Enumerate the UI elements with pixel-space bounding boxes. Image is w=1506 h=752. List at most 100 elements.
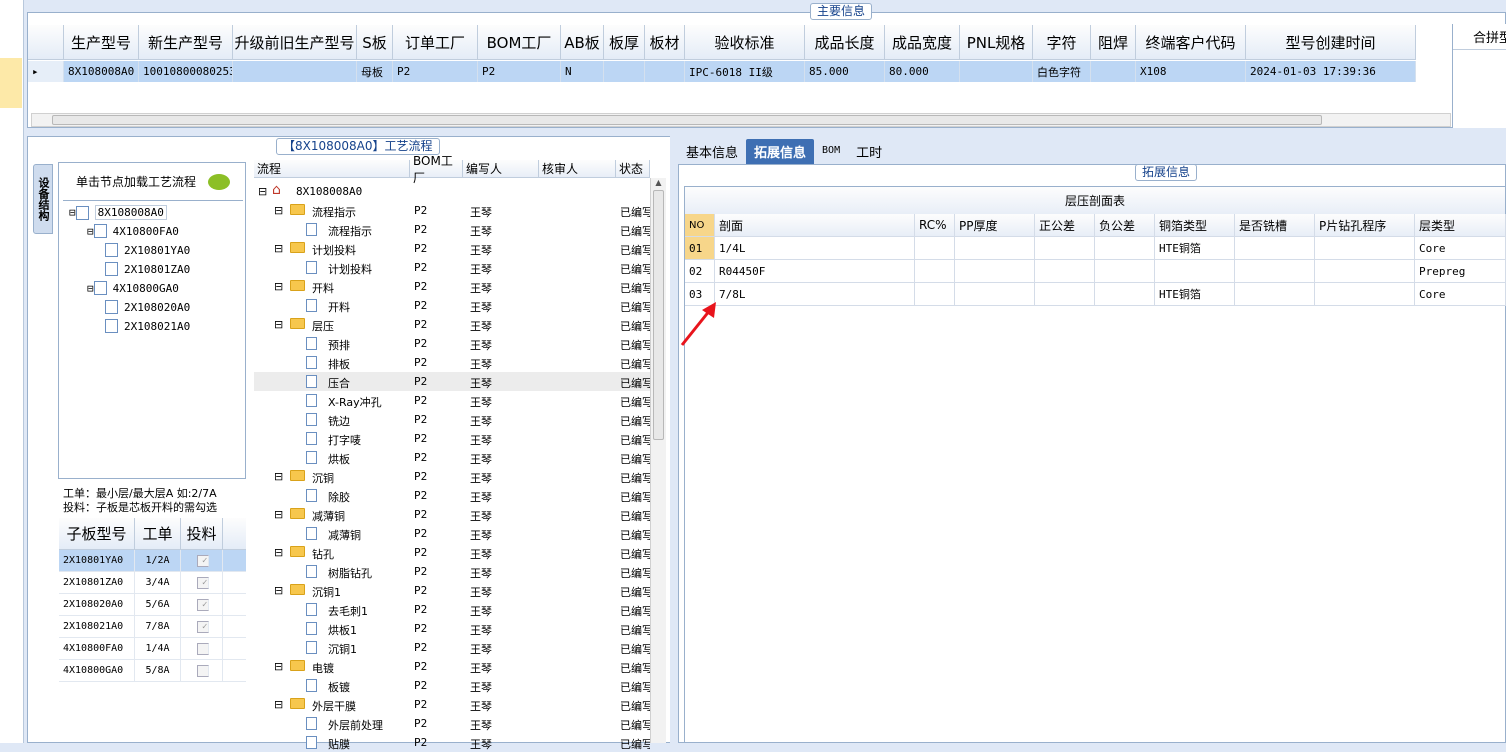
tab-3[interactable]: 工时 (848, 139, 890, 164)
cell[interactable] (1315, 237, 1415, 259)
flow-row[interactable]: 树脂钻孔 P2 王琴 已编写 (254, 562, 650, 581)
scroll-up-icon[interactable]: ▲ (651, 178, 666, 187)
table-row[interactable]: 02 R04450F Prepreg (685, 260, 1506, 283)
col-header[interactable]: RC% (915, 214, 955, 236)
col-header[interactable]: 字符 (1033, 25, 1091, 59)
cell[interactable] (960, 61, 1033, 82)
cell[interactable] (1035, 283, 1095, 305)
col-header[interactable]: 负公差 (1095, 214, 1155, 236)
tree-node[interactable]: 2X10801ZA0 (105, 262, 190, 276)
flow-row[interactable]: 烘板 P2 王琴 已编写 (254, 448, 650, 467)
col-header[interactable]: 编写人 (463, 160, 539, 178)
flow-vscrollbar[interactable]: ▲ (650, 178, 666, 743)
cell[interactable] (1095, 237, 1155, 259)
flow-row[interactable]: ⊟ 外层干膜 P2 王琴 已编写 (254, 695, 650, 714)
col-header[interactable]: 终端客户代码 (1136, 25, 1246, 59)
cell[interactable] (955, 283, 1035, 305)
flow-row[interactable]: 铣边 P2 王琴 已编写 (254, 410, 650, 429)
cell[interactable] (1315, 283, 1415, 305)
col-header[interactable]: 成品宽度 (885, 25, 960, 59)
cell[interactable] (604, 61, 645, 82)
feed-checkbox[interactable]: ✓ (197, 598, 209, 611)
cell[interactable]: IPC-6018 II级 (685, 61, 805, 82)
col-header[interactable]: BOM工厂 (410, 154, 463, 185)
cell[interactable]: N (561, 61, 604, 82)
flow-row[interactable]: ⊟ 开料 P2 王琴 已编写 (254, 277, 650, 296)
feed-checkbox[interactable]: ✓ (197, 620, 209, 633)
flow-row[interactable]: ⊟ 沉铜1 P2 王琴 已编写 (254, 581, 650, 600)
cell[interactable]: X108 (1136, 61, 1246, 82)
vertical-splitter[interactable] (670, 136, 678, 743)
flow-row[interactable]: 去毛刺1 P2 王琴 已编写 (254, 600, 650, 619)
col-header[interactable]: S板 (357, 25, 393, 59)
tree-node[interactable]: ⊟ 4X10800FA0 (87, 224, 179, 238)
cell[interactable] (1095, 260, 1155, 282)
col-header[interactable]: 层类型 (1415, 214, 1506, 236)
col-header[interactable]: 验收标准 (685, 25, 805, 59)
flow-row[interactable]: 减薄铜 P2 王琴 已编写 (254, 524, 650, 543)
cell[interactable] (645, 61, 685, 82)
col-header[interactable]: 生产型号 (64, 25, 139, 59)
side-tab-structure[interactable]: 设备结构 (33, 164, 53, 234)
table-row[interactable]: 2X108020A0 5/6A ✓ (59, 594, 246, 616)
col-header[interactable]: 铜箔类型 (1155, 214, 1235, 236)
feed-checkbox[interactable] (197, 664, 209, 677)
col-header[interactable]: 板材 (645, 25, 685, 59)
col-header[interactable]: AB板 (561, 25, 604, 59)
col-header[interactable]: 核审人 (539, 160, 616, 178)
cell[interactable] (1235, 283, 1315, 305)
cell[interactable]: P2 (478, 61, 561, 82)
col-header[interactable]: NO (685, 214, 715, 236)
col-header[interactable]: 是否铣槽 (1235, 214, 1315, 236)
cell[interactable]: R04450F (715, 260, 915, 282)
col-header[interactable]: PNL规格 (960, 25, 1033, 59)
flow-row[interactable]: 烘板1 P2 王琴 已编写 (254, 619, 650, 638)
col-header[interactable]: 型号创建时间 (1246, 25, 1416, 59)
feed-checkbox[interactable]: ✓ (197, 576, 209, 589)
cell[interactable]: 2024-01-03 17:39:36 (1246, 61, 1416, 82)
cell[interactable]: 母板 (357, 61, 393, 82)
tree-node[interactable]: 2X10801YA0 (105, 243, 190, 257)
cell[interactable]: Core (1415, 237, 1506, 259)
cell[interactable] (1035, 237, 1095, 259)
flow-row[interactable]: 排板 P2 王琴 已编写 (254, 353, 650, 372)
cell[interactable]: Prepreg (1415, 260, 1506, 282)
col-header[interactable]: 子板型号 (59, 518, 135, 549)
cell[interactable] (955, 237, 1035, 259)
flow-vscroll-thumb[interactable] (653, 190, 664, 440)
cell[interactable]: 85.000 (805, 61, 885, 82)
table-row[interactable]: 2X108021A0 7/8A ✓ (59, 616, 246, 638)
flow-row[interactable]: ⊟ 计划投料 P2 王琴 已编写 (254, 239, 650, 258)
cell[interactable] (1315, 260, 1415, 282)
main-grid-row[interactable]: ▸ 8X108008A0 10010800080253 母板 P2 P2 N IPC-6018… (28, 61, 1416, 82)
tree-node[interactable]: ⊟ 4X10800GA0 (87, 281, 179, 295)
flow-row[interactable]: 打字唛 P2 王琴 已编写 (254, 429, 650, 448)
tree-node[interactable]: 2X108020A0 (105, 300, 190, 314)
col-header[interactable]: 板厚 (604, 25, 645, 59)
cell[interactable] (915, 237, 955, 259)
tree-node[interactable]: 2X108021A0 (105, 319, 190, 333)
col-header[interactable]: 升级前旧生产型号 (233, 25, 357, 59)
flow-row[interactable]: ⊟ 钻孔 P2 王琴 已编写 (254, 543, 650, 562)
flow-row[interactable]: 计划投料 P2 王琴 已编写 (254, 258, 650, 277)
cell[interactable]: 7/8L (715, 283, 915, 305)
flow-row[interactable]: 板镀 P2 王琴 已编写 (254, 676, 650, 695)
flow-row[interactable]: 外层前处理 P2 王琴 已编写 (254, 714, 650, 733)
cell[interactable]: 白色字符 (1033, 61, 1091, 82)
flow-row[interactable]: ⊟ 沉铜 P2 王琴 已编写 (254, 467, 650, 486)
cell[interactable]: HTE铜箔 (1155, 283, 1235, 305)
tab-2[interactable]: BOM (814, 139, 848, 164)
main-hscrollbar[interactable] (31, 113, 1451, 127)
cell[interactable]: 8X108008A0 (64, 61, 139, 82)
flow-row[interactable]: 除胶 P2 王琴 已编写 (254, 486, 650, 505)
flow-root[interactable]: ⊟ ⌂ 8X108008A0 (254, 182, 650, 201)
cell[interactable] (1035, 260, 1095, 282)
main-hscroll-thumb[interactable] (52, 115, 1322, 125)
flow-row[interactable]: X-Ray冲孔 P2 王琴 已编写 (254, 391, 650, 410)
tab-0[interactable]: 基本信息 (678, 139, 746, 164)
table-row[interactable]: 03 7/8L HTE铜箔 Core (685, 283, 1506, 306)
col-header[interactable]: 新生产型号 (139, 25, 233, 59)
cell[interactable]: HTE铜箔 (1155, 237, 1235, 259)
col-header[interactable]: 阻焊 (1091, 25, 1136, 59)
cell[interactable] (1091, 61, 1136, 82)
